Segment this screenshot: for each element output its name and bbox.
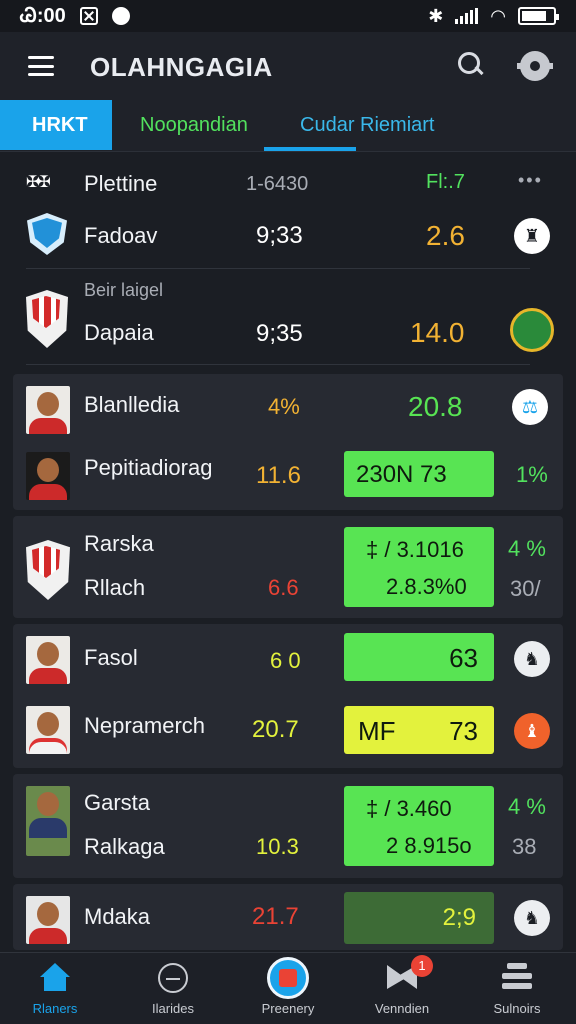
score-text: ‡ / 3.1016 bbox=[366, 537, 464, 562]
nav-item-sulnoirs[interactable]: Sulnoirs bbox=[462, 953, 572, 1024]
menu-icon[interactable] bbox=[28, 56, 54, 76]
list-item-value: 9;35 bbox=[256, 320, 303, 347]
status-bar: Ꮚ:00 ✱ ◠ bbox=[0, 0, 576, 32]
ball-icon bbox=[267, 957, 309, 999]
battery-icon bbox=[518, 7, 559, 25]
score-box[interactable]: ‡ / 3.460 2 8.915o bbox=[344, 786, 494, 866]
player-pct: 4% bbox=[268, 394, 300, 419]
club-crest-icon bbox=[26, 452, 70, 500]
wifi-icon: ◠ bbox=[490, 5, 506, 26]
nav-item-preenery[interactable]: Preenery bbox=[233, 953, 343, 1024]
nav-item-ilarides[interactable]: Ilarides bbox=[118, 953, 228, 1024]
gauge-icon bbox=[158, 963, 188, 993]
list-item-metric: 14.0 bbox=[410, 317, 465, 348]
avatar bbox=[26, 706, 70, 754]
player-name: Nepramerch bbox=[84, 713, 206, 738]
list-item-metric: 2.6 bbox=[426, 220, 465, 251]
stack-icon bbox=[502, 963, 532, 991]
player-value: 21.7 bbox=[252, 903, 299, 930]
divider bbox=[26, 268, 530, 269]
avatar bbox=[26, 386, 70, 434]
bottom-nav: Rlaners Ilarides Preenery 1 Venndien Sul… bbox=[0, 952, 576, 1024]
player-value: 6.6 bbox=[268, 575, 299, 600]
player-pct: 1% bbox=[516, 462, 548, 487]
nav-label: Preenery bbox=[261, 1001, 315, 1016]
list-item-value: 9;33 bbox=[256, 222, 303, 249]
page-title: OLAHNGAGIA bbox=[90, 52, 273, 82]
player-value: 11.6 bbox=[256, 462, 301, 489]
list-item-metric: Fl:.7 bbox=[426, 171, 465, 193]
active-tab-indicator bbox=[264, 147, 356, 151]
flag-icon bbox=[26, 172, 68, 194]
player-name: Fasol bbox=[84, 645, 138, 670]
score-text: 230N 73 bbox=[356, 461, 447, 488]
player-name: Rarska bbox=[84, 531, 154, 556]
player-pct: 4 % bbox=[508, 794, 546, 819]
list-item-name[interactable]: Plettine bbox=[84, 171, 157, 197]
avatar bbox=[26, 636, 70, 684]
nav-label: Ilarides bbox=[152, 1001, 194, 1016]
clock: Ꮚ:00 bbox=[20, 4, 66, 27]
nav-label: Rlaners bbox=[32, 1001, 78, 1016]
player-value: 6 0 bbox=[270, 648, 301, 673]
score-box[interactable]: 230N 73 bbox=[344, 451, 494, 497]
score-text: 2.8.3%0 bbox=[386, 574, 467, 599]
nav-item-venndien[interactable]: 1 Venndien bbox=[347, 953, 457, 1024]
score-text: 2;9 bbox=[442, 904, 476, 931]
club-crest-icon bbox=[27, 213, 67, 255]
score-text: 2 8.915o bbox=[386, 833, 472, 858]
app-bar: OLAHNGAGIA bbox=[0, 32, 576, 100]
player-name: Ralkaga bbox=[84, 834, 165, 859]
team-badge-icon[interactable] bbox=[510, 308, 554, 352]
list-item-name[interactable]: Dapaia bbox=[84, 320, 154, 346]
bluetooth-icon: ✱ bbox=[428, 5, 444, 26]
avatar bbox=[26, 896, 70, 944]
signal-icon bbox=[455, 8, 479, 24]
player-name: Garsta bbox=[84, 790, 151, 815]
compare-icon[interactable]: ⚖ bbox=[512, 389, 548, 425]
action-icon[interactable]: ♜ bbox=[514, 218, 550, 254]
player-pct: 30/ bbox=[510, 576, 541, 601]
player-pct: 38 bbox=[512, 834, 537, 859]
nav-item-rlaners[interactable]: Rlaners bbox=[0, 953, 110, 1024]
divider bbox=[26, 364, 530, 365]
score-box[interactable]: 2;9 bbox=[344, 892, 494, 944]
player-value: 20.8 bbox=[408, 391, 463, 422]
player-name: Rllach bbox=[84, 575, 146, 600]
notification-icon bbox=[79, 7, 98, 25]
player-name: Mdaka bbox=[84, 904, 151, 929]
player-name: Blanlledia bbox=[84, 392, 180, 417]
score-text: ‡ / 3.460 bbox=[366, 796, 452, 821]
player-pct: 4 % bbox=[508, 536, 546, 561]
list-item-name[interactable]: Fadoav bbox=[84, 223, 157, 249]
score-text: 73 bbox=[449, 716, 478, 746]
score-text: MF bbox=[358, 716, 396, 746]
player-icon[interactable]: ♞ bbox=[514, 641, 550, 677]
score-box[interactable]: ‡ / 3.1016 2.8.3%0 bbox=[344, 527, 494, 607]
player-icon[interactable]: ♞ bbox=[514, 900, 550, 936]
home-icon bbox=[40, 963, 70, 991]
tab-noopandian[interactable]: Noopandian bbox=[140, 100, 248, 150]
gear-icon[interactable] bbox=[517, 51, 553, 81]
section-label: Beir laigel bbox=[84, 280, 164, 300]
nav-label: Venndien bbox=[374, 1001, 430, 1016]
player-value: 10.3 bbox=[256, 834, 299, 859]
score-text: 63 bbox=[449, 643, 478, 673]
search-icon[interactable] bbox=[458, 52, 484, 78]
app-notification-icon bbox=[111, 7, 130, 25]
notification-badge: 1 bbox=[411, 955, 433, 977]
avatar bbox=[26, 786, 70, 856]
tab-cudar-riemiart[interactable]: Cudar Riemiart bbox=[300, 100, 434, 150]
player-value: 20.7 bbox=[252, 716, 299, 743]
tab-hrkt[interactable]: HRKT bbox=[0, 100, 112, 150]
list-item-value: 1-6430 bbox=[246, 173, 309, 195]
score-box[interactable]: MF 73 bbox=[344, 706, 494, 754]
more-options-icon[interactable]: ••• bbox=[518, 170, 543, 191]
alert-icon[interactable]: ♝ bbox=[514, 713, 550, 749]
player-name: Pepitiadiorag bbox=[84, 455, 213, 480]
club-crest-icon bbox=[26, 290, 68, 348]
score-box[interactable]: 63 bbox=[344, 633, 494, 681]
nav-label: Sulnoirs bbox=[493, 1001, 541, 1016]
tab-bar: HRKT Noopandian Cudar Riemiart bbox=[0, 100, 576, 152]
